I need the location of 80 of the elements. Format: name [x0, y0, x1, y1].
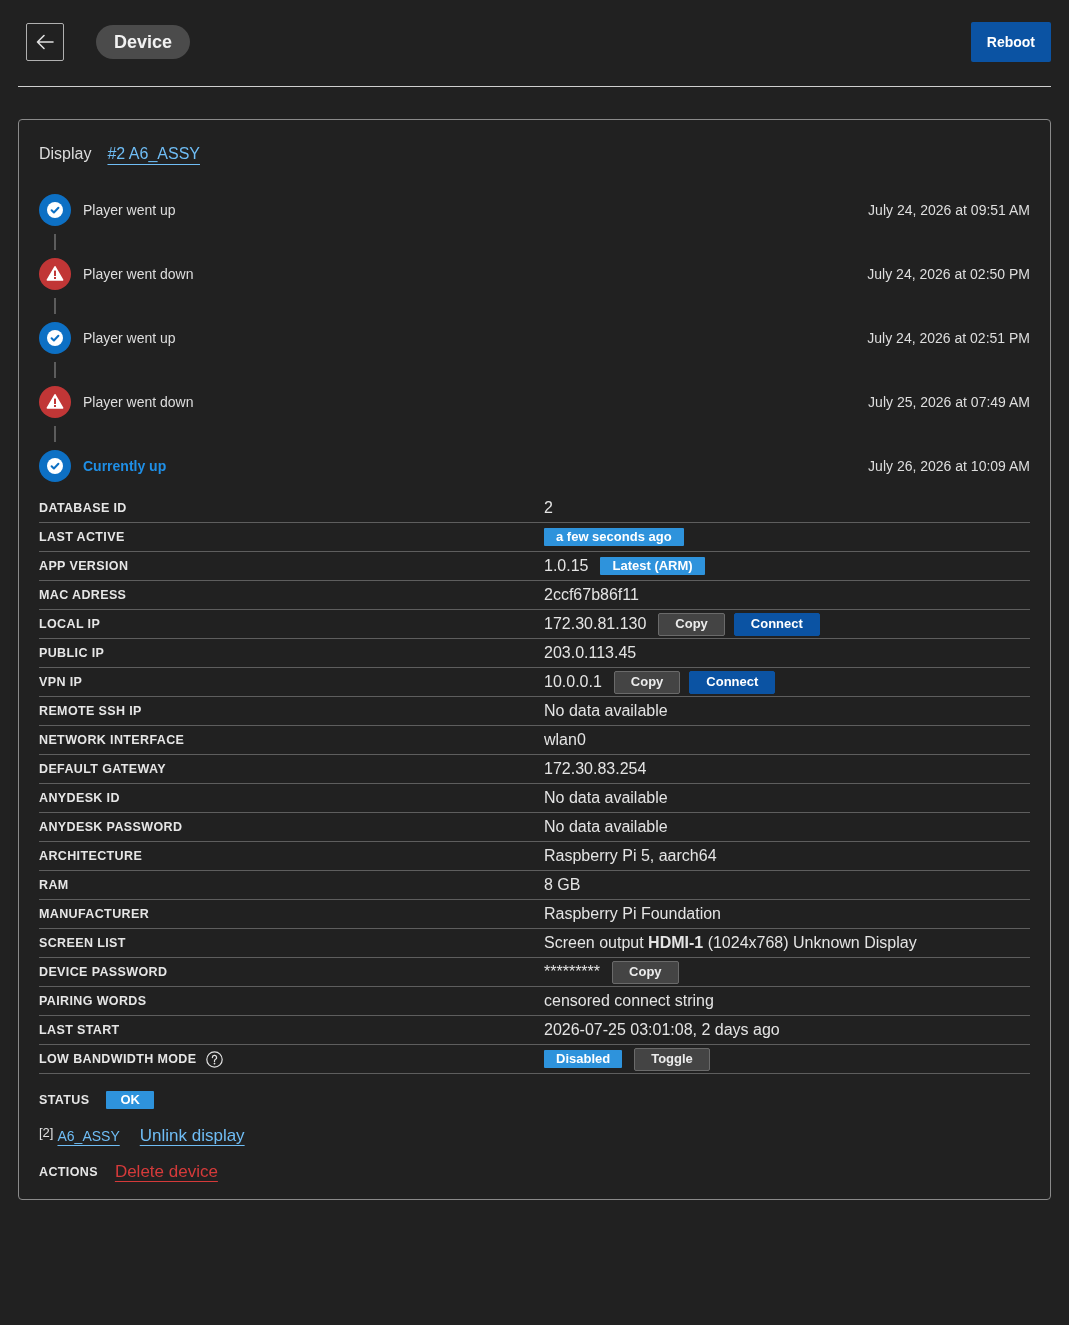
detail-label: APP VERSION: [39, 557, 129, 575]
event-time: July 26, 2026 at 10:09 AM: [868, 456, 1030, 476]
detail-value: No data available: [544, 788, 668, 808]
detail-label: LOW BANDWIDTH MODE: [39, 1050, 197, 1068]
connect-button[interactable]: Connect: [689, 670, 776, 694]
detail-value: Raspberry Pi 5, aarch64: [544, 846, 717, 866]
check-circle-icon: [39, 194, 71, 226]
detail-value: wlan0: [544, 730, 586, 750]
detail-value: 2026-07-25 03:01:08, 2 days ago: [544, 1020, 780, 1040]
status-badge: a few seconds ago: [544, 528, 684, 546]
detail-label: PAIRING WORDS: [39, 992, 147, 1010]
event-text: Currently up: [83, 456, 167, 476]
timeline-connector: [54, 298, 56, 314]
detail-value: No data available: [544, 701, 668, 721]
connect-button[interactable]: Connect: [733, 612, 820, 636]
page-title: Device: [96, 25, 191, 59]
detail-label: LAST ACTIVE: [39, 528, 125, 546]
detail-value: 1.0.15: [544, 556, 589, 576]
status-badge: OK: [106, 1091, 154, 1109]
display-link[interactable]: #2 A6_ASSY: [107, 142, 200, 166]
event-text: Player went up: [83, 200, 176, 220]
event-time: July 24, 2026 at 02:50 PM: [867, 264, 1030, 284]
detail-value: Raspberry Pi Foundation: [544, 904, 721, 924]
detail-value: 2ccf67b86f11: [544, 585, 639, 605]
event-time: July 25, 2026 at 07:49 AM: [868, 392, 1030, 412]
detail-label: MANUFACTURER: [39, 905, 150, 923]
status-badge: Disabled: [544, 1050, 623, 1068]
detail-value: 203.0.113.45: [544, 643, 637, 663]
warning-icon: [39, 386, 71, 418]
detail-label: ARCHITECTURE: [39, 847, 143, 865]
timeline-connector: [54, 362, 56, 378]
display-label: Display: [39, 144, 92, 164]
unlink-display-link[interactable]: Unlink display: [139, 1123, 245, 1149]
event-text: Player went down: [83, 264, 194, 284]
detail-label: DEVICE PASSWORD: [39, 963, 168, 981]
detail-label: SCREEN LIST: [39, 934, 126, 952]
detail-value: No data available: [544, 817, 668, 837]
detail-label: LAST START: [39, 1021, 120, 1039]
display-index: [2]: [39, 1124, 54, 1143]
action-button[interactable]: Copy: [658, 612, 725, 636]
warning-icon: [39, 258, 71, 290]
action-button[interactable]: Copy: [613, 670, 681, 694]
detail-label: DATABASE ID: [39, 499, 127, 517]
detail-value: 2: [544, 498, 553, 518]
event-text: Player went down: [83, 392, 194, 412]
timeline-connector: [54, 426, 56, 442]
event-text: Player went up: [83, 328, 176, 348]
detail-label: DEFAULT GATEWAY: [39, 760, 166, 778]
detail-label: REMOTE SSH IP: [39, 702, 142, 720]
event-time: July 24, 2026 at 02:51 PM: [867, 328, 1030, 348]
detail-value: censored connect string: [544, 991, 714, 1011]
detail-label: RAM: [39, 876, 69, 894]
detail-label: MAC ADRESS: [39, 586, 127, 604]
status-label: STATUS: [39, 1091, 90, 1109]
timeline-connector: [54, 234, 56, 250]
detail-value: *********: [544, 962, 601, 982]
reboot-button[interactable]: Reboot: [970, 22, 1051, 62]
status-badge: Latest (ARM): [600, 557, 705, 575]
display-name-link[interactable]: A6_ASSY: [57, 1125, 120, 1147]
actions-label: ACTIONS: [39, 1163, 98, 1181]
detail-value: Screen output HDMI-1 (1024x768) Unknown Display: [544, 933, 917, 953]
detail-value: 172.30.81.130: [544, 614, 647, 634]
detail-label: LOCAL IP: [39, 615, 101, 633]
check-circle-icon: [39, 450, 71, 482]
detail-value: 8 GB: [544, 875, 581, 895]
action-button[interactable]: Toggle: [634, 1047, 710, 1071]
back-button[interactable]: [26, 23, 64, 61]
detail-label: PUBLIC IP: [39, 644, 105, 662]
detail-value: 10.0.0.1: [544, 672, 602, 692]
detail-label: ANYDESK ID: [39, 789, 120, 807]
detail-label: NETWORK INTERFACE: [39, 731, 185, 749]
help-icon[interactable]: [206, 1050, 224, 1068]
detail-value: 172.30.83.254: [544, 759, 647, 779]
detail-label: ANYDESK PASSWORD: [39, 818, 183, 836]
action-button[interactable]: Copy: [612, 960, 679, 984]
delete-device-link[interactable]: Delete device: [114, 1159, 218, 1185]
detail-label: VPN IP: [39, 673, 83, 691]
event-time: July 24, 2026 at 09:51 AM: [868, 200, 1030, 220]
check-circle-icon: [39, 322, 71, 354]
back-arrow-icon: [36, 34, 54, 50]
